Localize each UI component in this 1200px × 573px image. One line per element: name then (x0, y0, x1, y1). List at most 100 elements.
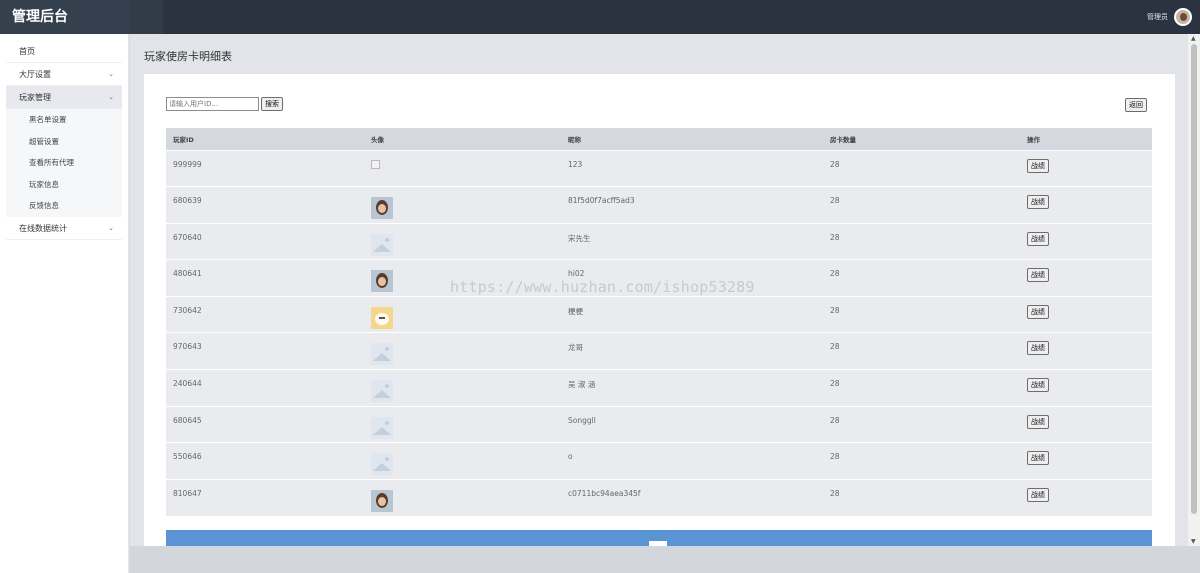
player-id-cell: 550646 (173, 452, 202, 462)
placeholder-image-icon (371, 343, 393, 366)
search-input[interactable] (166, 97, 259, 111)
room-cards-cell: 28 (830, 342, 840, 352)
nickname-cell: 81f5d0f7acff5ad3 (568, 196, 635, 206)
sidebar-item-2[interactable]: 玩家管理 ⌄ (6, 86, 122, 109)
room-cards-cell: 28 (830, 305, 840, 315)
pagination-bar (166, 530, 1152, 546)
sidebar-item-label: 首页 (19, 47, 35, 56)
player-id-cell: 810647 (173, 488, 202, 498)
chevron-down-icon: ⌄ (108, 70, 114, 78)
record-button[interactable]: 战绩 (1027, 341, 1049, 356)
table-row: 550646 o 28 战绩 (166, 442, 1152, 480)
top-bar: 管理后台 管理员 (0, 0, 1200, 34)
table-row: 680639 81f5d0f7acff5ad3 28 战绩 (166, 186, 1152, 224)
placeholder-image-icon (371, 416, 393, 439)
nickname-cell: c0711bc94aea345f (568, 488, 641, 498)
room-cards-cell: 28 (830, 415, 840, 425)
chevron-down-icon: ⌄ (108, 223, 114, 232)
user-menu[interactable]: 管理员 (1147, 0, 1192, 34)
page-title: 玩家使房卡明细表 (144, 50, 232, 63)
avatar-cell (364, 406, 561, 443)
avatar-cell (364, 333, 561, 370)
sidebar-item-label: 大厅设置 (19, 70, 51, 79)
avatar-cell (364, 370, 561, 407)
sidebar: 首页 大厅设置 ⌄ 玩家管理 ⌄ 黑名单设置 超管设置 查看所有代理 玩家信息 反馈信息 在线数据统… (0, 34, 129, 573)
sidebar-subitem[interactable]: 反馈信息 (6, 195, 122, 217)
record-button[interactable]: 战绩 (1027, 158, 1049, 173)
nickname-cell: 宋先生 (568, 233, 591, 243)
avatar-cell (364, 150, 561, 187)
avatar-cell (364, 187, 561, 224)
chevron-down-icon: ⌄ (108, 93, 114, 101)
user-name: 管理员 (1147, 13, 1168, 21)
record-button[interactable]: 战绩 (1027, 378, 1049, 393)
nickname-cell: o (568, 452, 573, 462)
sidebar-item-label: 在线数据统计 (19, 223, 67, 233)
sidebar-submenu: 黑名单设置 超管设置 查看所有代理 玩家信息 反馈信息 (6, 109, 122, 217)
table-row: 680645 Songgll 28 战绩 (166, 406, 1152, 443)
table-row: 670640 宋先生 28 战绩 (166, 223, 1152, 260)
record-button[interactable]: 战绩 (1027, 231, 1049, 246)
table-row: 999999 123 28 战绩 (166, 150, 1152, 187)
brand-title: 管理后台 (0, 0, 129, 34)
record-button[interactable]: 战绩 (1027, 451, 1049, 466)
scroll-down-icon[interactable]: ▼ (1191, 538, 1196, 545)
player-id-cell: 670640 (173, 232, 202, 242)
user-avatar[interactable] (1174, 8, 1192, 26)
player-id-cell: 970643 (173, 342, 202, 352)
player-id-cell: 680645 (173, 415, 202, 425)
nickname-cell: 梗梗 (568, 306, 583, 316)
sidebar-item-1[interactable]: 大厅设置 ⌄ (6, 63, 122, 86)
record-button[interactable]: 战绩 (1027, 487, 1049, 502)
table-row: 970643 龙哥 28 战绩 (166, 332, 1152, 370)
actions-cell: 战绩 (1020, 443, 1152, 480)
player-id-cell: 240644 (173, 379, 202, 389)
sidebar-item-3[interactable]: 在线数据统计 ⌄ (6, 217, 122, 240)
room-cards-cell: 28 (830, 232, 840, 242)
avatar-cell (364, 479, 561, 516)
player-id-cell: 480641 (173, 269, 202, 279)
page-scrollbar[interactable]: ▲ ▼ (1188, 34, 1200, 546)
nickname-cell: 龙哥 (568, 343, 583, 353)
broken-image-icon (371, 159, 380, 169)
sidebar-subitem[interactable]: 黑名单设置 (6, 109, 122, 131)
room-cards-cell: 28 (830, 269, 840, 279)
player-id-cell: 730642 (173, 305, 202, 315)
nickname-cell: Songgll (568, 415, 596, 425)
actions-cell: 战绩 (1020, 333, 1152, 370)
sidebar-subitem[interactable]: 查看所有代理 (6, 152, 122, 174)
back-button[interactable]: 返回 (1125, 98, 1147, 112)
record-button[interactable]: 战绩 (1027, 268, 1049, 283)
column-header-avatar: 头像 (371, 135, 384, 144)
actions-cell: 战绩 (1020, 187, 1152, 224)
table-header-row: 玩家ID 头像 昵称 房卡数量 操作 (166, 128, 1152, 150)
table-row: 240644 吴 淑 涵 28 战绩 (166, 369, 1152, 407)
record-button[interactable]: 战绩 (1027, 195, 1049, 210)
sidebar-subitem[interactable]: 超管设置 (6, 131, 122, 153)
scroll-up-icon[interactable]: ▲ (1191, 35, 1196, 42)
table-body: 999999 123 28 战绩 680639 81f5d0f7acff5ad3 28 战绩 6… (166, 150, 1152, 516)
table-row: 730642 梗梗 28 战绩 (166, 296, 1152, 333)
sidebar-subitem[interactable]: 玩家信息 (6, 174, 122, 196)
column-header-nickname: 昵称 (568, 135, 581, 144)
face-photo-avatar (371, 197, 393, 220)
search-bar: 搜索 (166, 97, 283, 111)
actions-cell: 战绩 (1020, 406, 1152, 443)
record-button[interactable]: 战绩 (1027, 304, 1049, 319)
room-cards-cell: 28 (830, 159, 840, 169)
player-card-table: 玩家ID 头像 昵称 房卡数量 操作 999999 123 28 战绩 680639 81… (166, 128, 1152, 516)
sidebar-menu: 首页 大厅设置 ⌄ 玩家管理 ⌄ 黑名单设置 超管设置 查看所有代理 玩家信息 反馈信息 在线数据统… (0, 34, 128, 240)
sidebar-item-label: 玩家管理 (19, 93, 51, 102)
room-cards-cell: 28 (830, 196, 840, 206)
scrollbar-thumb[interactable] (1191, 44, 1197, 514)
placeholder-image-icon (371, 453, 393, 476)
sidebar-toggle[interactable] (129, 0, 163, 34)
record-button[interactable]: 战绩 (1027, 414, 1049, 429)
room-cards-cell: 28 (830, 379, 840, 389)
search-button[interactable]: 搜索 (261, 97, 283, 111)
actions-cell: 战绩 (1020, 296, 1152, 333)
placeholder-image-icon (371, 233, 393, 256)
sidebar-item-0[interactable]: 首页 (6, 40, 122, 63)
column-header-room-cards: 房卡数量 (830, 135, 856, 144)
actions-cell: 战绩 (1020, 150, 1152, 187)
